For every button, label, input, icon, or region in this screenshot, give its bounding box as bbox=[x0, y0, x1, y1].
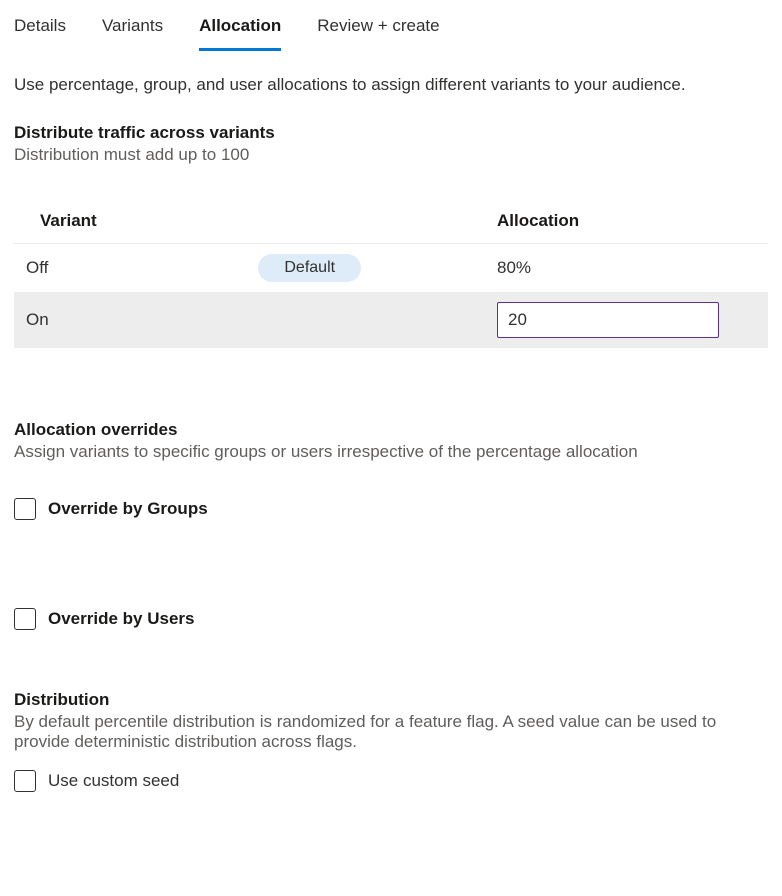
table-header: Variant Allocation bbox=[14, 201, 768, 244]
table-row: On bbox=[14, 292, 768, 348]
tab-variants[interactable]: Variants bbox=[102, 12, 163, 51]
overrides-title: Allocation overrides bbox=[14, 420, 768, 440]
variant-name: Off bbox=[26, 258, 48, 278]
override-groups-label: Override by Groups bbox=[48, 499, 208, 519]
tab-allocation[interactable]: Allocation bbox=[199, 12, 281, 51]
distribute-subtitle: Distribution must add up to 100 bbox=[14, 145, 768, 165]
table-row: Off Default 80% bbox=[14, 244, 768, 292]
variant-name: On bbox=[26, 310, 49, 330]
tabs: Details Variants Allocation Review + cre… bbox=[0, 0, 782, 51]
tab-details[interactable]: Details bbox=[14, 12, 66, 51]
distribution-subtitle: By default percentile distribution is ra… bbox=[14, 712, 768, 752]
use-seed-row: Use custom seed bbox=[14, 770, 768, 792]
override-groups-row: Override by Groups bbox=[14, 498, 768, 520]
default-badge: Default bbox=[258, 254, 361, 282]
override-groups-checkbox[interactable] bbox=[14, 498, 36, 520]
distribution-section: Distribution By default percentile distr… bbox=[14, 690, 768, 792]
overrides-section: Allocation overrides Assign variants to … bbox=[14, 420, 768, 630]
use-seed-checkbox[interactable] bbox=[14, 770, 36, 792]
allocation-cell bbox=[497, 302, 756, 338]
content: Use percentage, group, and user allocati… bbox=[0, 51, 782, 806]
variants-table: Variant Allocation Off Default 80% On bbox=[14, 201, 768, 348]
intro-text: Use percentage, group, and user allocati… bbox=[14, 75, 768, 95]
override-users-checkbox[interactable] bbox=[14, 608, 36, 630]
allocation-input[interactable] bbox=[497, 302, 719, 338]
distribute-title: Distribute traffic across variants bbox=[14, 123, 768, 143]
column-variant: Variant bbox=[40, 211, 497, 231]
variant-cell: Off Default bbox=[26, 254, 497, 282]
column-allocation: Allocation bbox=[497, 211, 768, 231]
override-users-label: Override by Users bbox=[48, 609, 194, 629]
allocation-cell: 80% bbox=[497, 258, 756, 278]
overrides-subtitle: Assign variants to specific groups or us… bbox=[14, 442, 768, 462]
distribution-title: Distribution bbox=[14, 690, 768, 710]
variant-cell: On bbox=[26, 310, 497, 330]
use-seed-label: Use custom seed bbox=[48, 771, 179, 791]
override-users-row: Override by Users bbox=[14, 608, 768, 630]
tab-review-create[interactable]: Review + create bbox=[317, 12, 439, 51]
